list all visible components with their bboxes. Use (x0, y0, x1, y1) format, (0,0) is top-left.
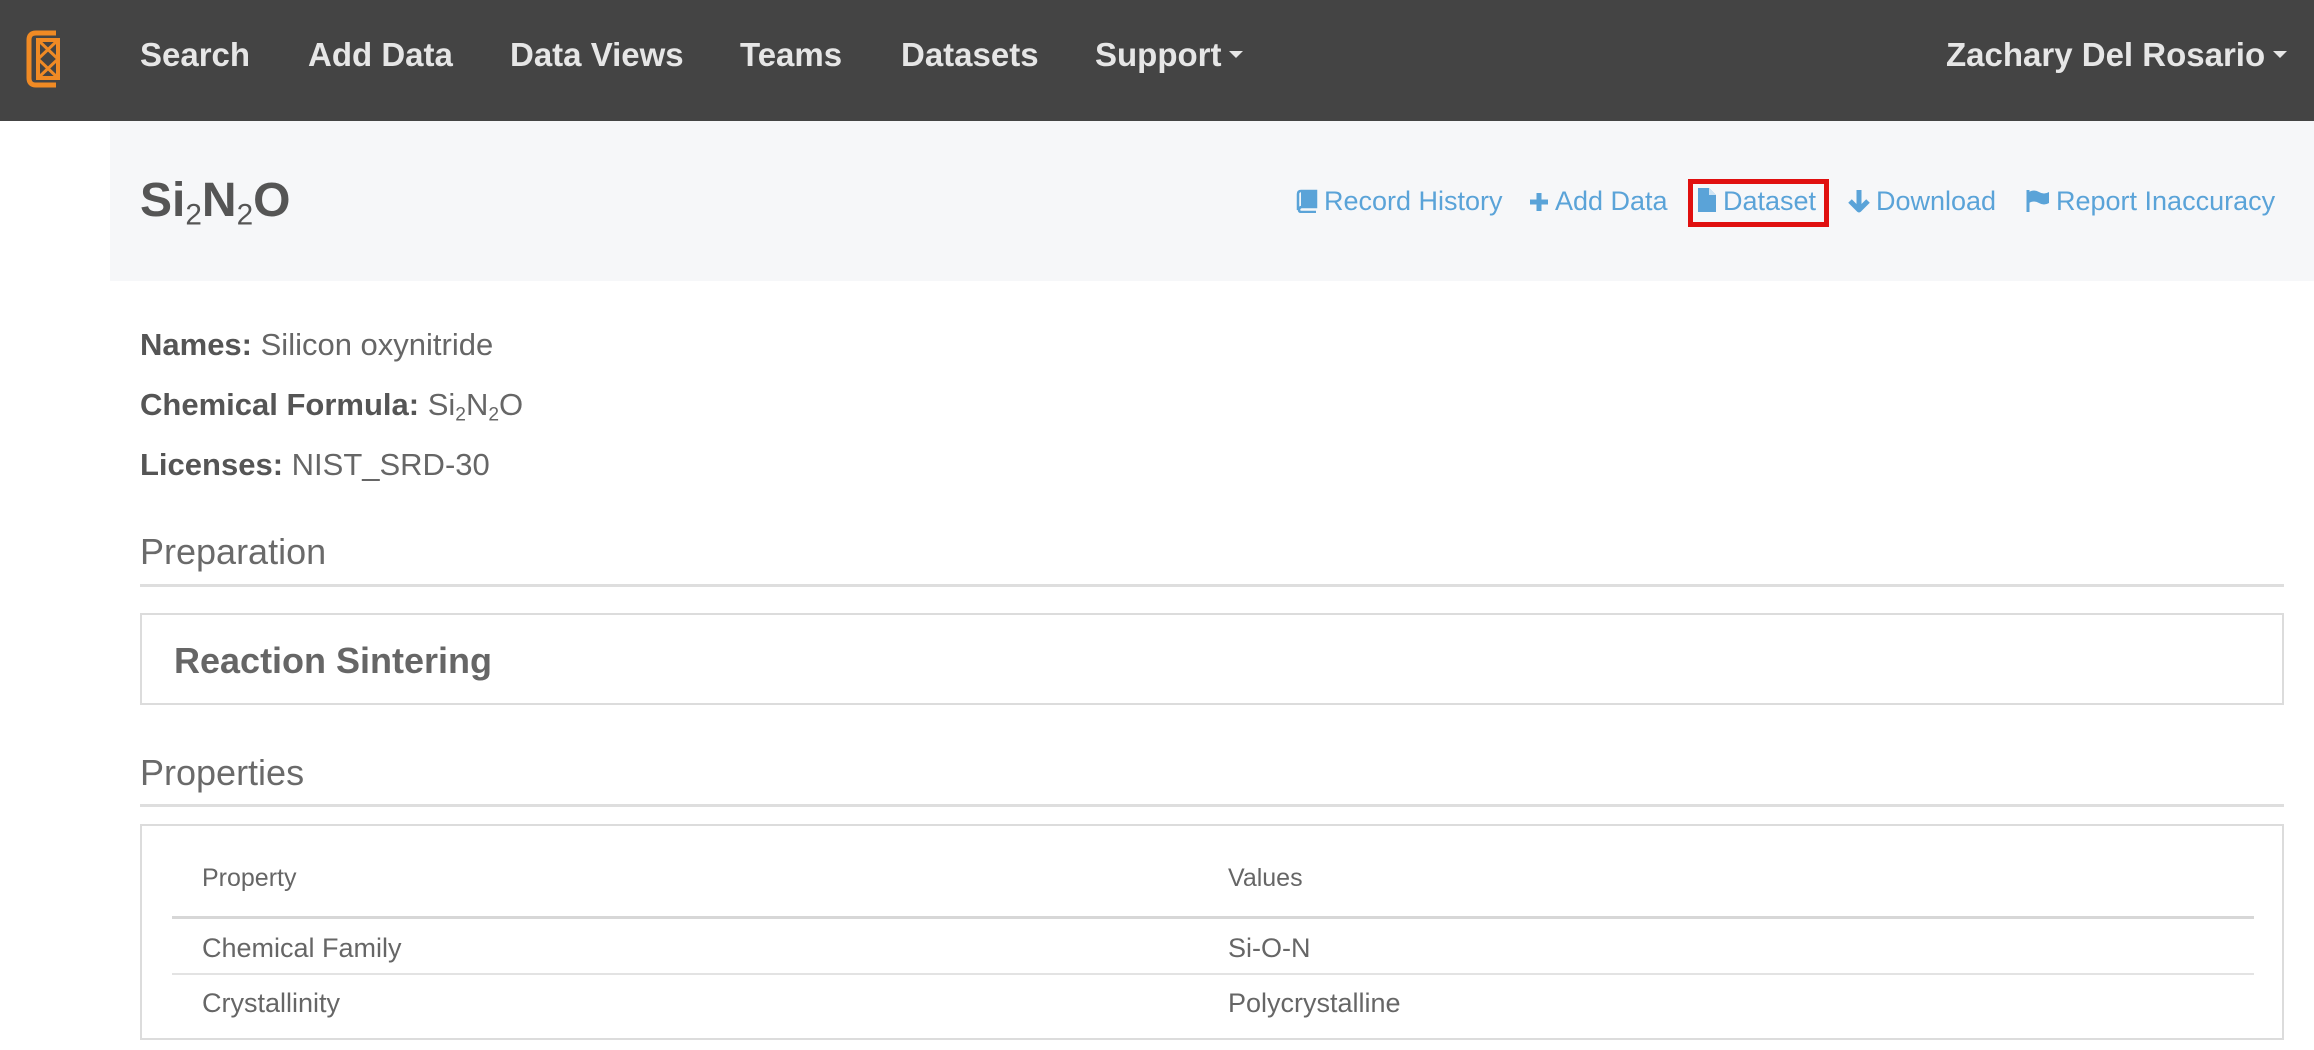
licenses-label: Licenses: (140, 447, 284, 482)
download-link[interactable]: Download (1848, 186, 1996, 217)
formula-element: O (253, 174, 291, 227)
report-inaccuracy-link[interactable]: Report Inaccuracy (2026, 186, 2275, 217)
nav-datasets[interactable]: Datasets (901, 36, 1039, 74)
record-title: Si2N2O (140, 173, 290, 232)
arrow-down-icon (1848, 190, 1870, 213)
preparation-divider (140, 584, 2284, 587)
download-label: Download (1876, 186, 1997, 216)
names-value: Silicon oxynitride (260, 327, 494, 362)
formula-element: Si (427, 387, 456, 422)
nav-support-dropdown[interactable]: Support (1095, 36, 1244, 74)
formula-row: Chemical Formula: Si2N2O (140, 387, 523, 426)
licenses-value: NIST_SRD-30 (291, 447, 490, 482)
names-label: Names: (140, 327, 252, 362)
flag-icon (2026, 190, 2049, 212)
preparation-panel: Reaction Sintering (140, 613, 2284, 705)
chevron-down-icon (1229, 50, 1244, 58)
nav-support-label: Support (1095, 36, 1222, 73)
formula-element: N (465, 387, 489, 422)
column-header-values: Values (1228, 864, 1303, 892)
report-inaccuracy-label: Report Inaccuracy (2056, 186, 2276, 216)
book-icon (1296, 189, 1318, 214)
formula-element: Si (140, 174, 186, 227)
chevron-down-icon (2273, 50, 2288, 58)
formula-element: N (201, 174, 237, 227)
dataset-highlight-box (1688, 179, 1829, 227)
add-data-link[interactable]: Add Data (1529, 186, 1668, 217)
preparation-heading: Preparation (140, 531, 327, 572)
properties-table: Property Values Chemical Family Si-O-N C… (140, 824, 2284, 1040)
table-row-divider (172, 973, 2254, 975)
formula-value: Si2N2O (427, 387, 524, 426)
nav-teams[interactable]: Teams (740, 36, 842, 74)
user-menu-dropdown[interactable]: Zachary Del Rosario (1946, 36, 2288, 74)
record-history-link[interactable]: Record History (1296, 186, 1503, 217)
plus-icon (1530, 193, 1548, 211)
record-history-label: Record History (1324, 186, 1503, 216)
preparation-method: Reaction Sintering (174, 640, 493, 681)
licenses-row: Licenses: NIST_SRD-30 (140, 447, 490, 483)
formula-label: Chemical Formula: (140, 387, 420, 422)
citrination-logo-icon[interactable] (26, 30, 62, 88)
properties-heading: Properties (140, 752, 305, 793)
formula-subscript: 2 (488, 404, 500, 426)
user-name: Zachary Del Rosario (1946, 36, 2266, 73)
top-navbar: Search Add Data Data Views Teams Dataset… (0, 0, 2314, 121)
nav-search[interactable]: Search (140, 36, 250, 74)
table-cell-value: Polycrystalline (1228, 988, 1401, 1018)
formula-element: O (499, 387, 524, 422)
add-data-label: Add Data (1555, 186, 1668, 216)
formula-subscript: 2 (185, 198, 202, 232)
properties-divider (140, 804, 2284, 807)
table-header-divider (172, 916, 2254, 919)
formula-subscript: 2 (455, 404, 466, 426)
nav-add-data[interactable]: Add Data (308, 36, 453, 74)
table-cell-property: Chemical Family (202, 933, 402, 963)
column-header-property: Property (202, 864, 297, 892)
table-cell-property: Crystallinity (202, 988, 341, 1018)
names-row: Names: Silicon oxynitride (140, 327, 493, 363)
nav-data-views[interactable]: Data Views (510, 36, 684, 74)
table-cell-value: Si-O-N (1228, 933, 1311, 963)
formula-subscript: 2 (236, 198, 254, 232)
